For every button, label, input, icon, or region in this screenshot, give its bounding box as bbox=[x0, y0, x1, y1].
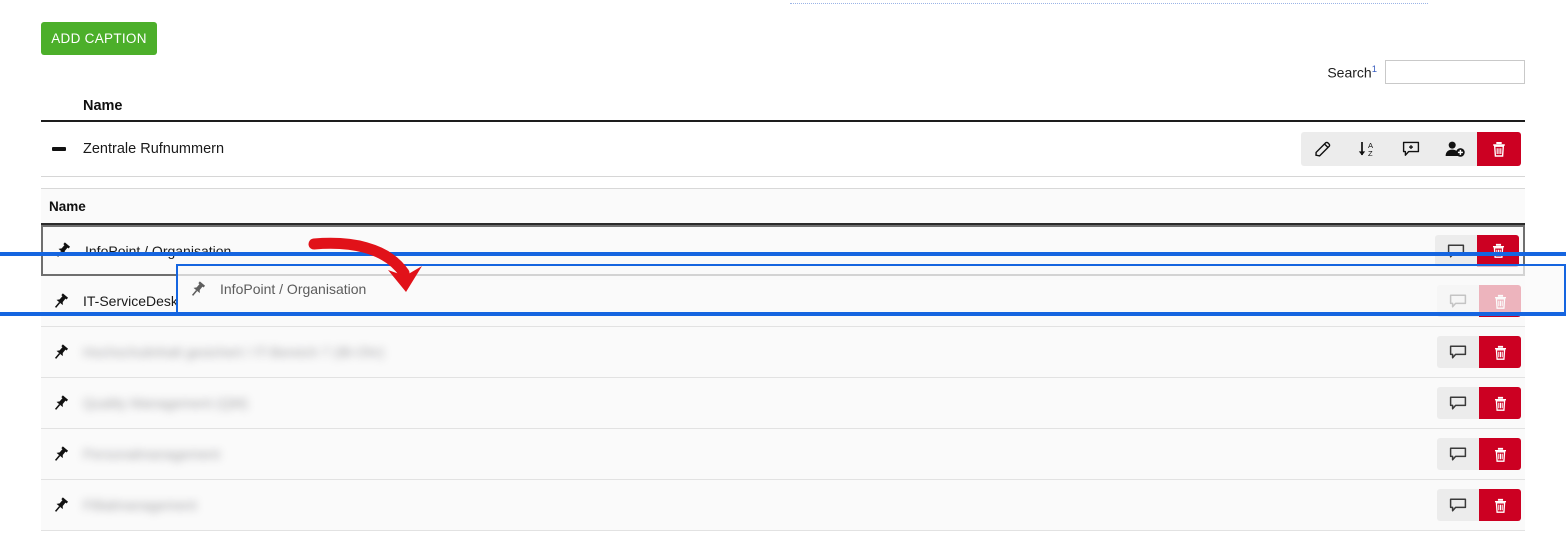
comment-button[interactable] bbox=[1437, 387, 1479, 419]
comment-icon bbox=[1448, 495, 1468, 515]
inner-row-title: Hochschulinhalt gesichert / IT-Bereich 7… bbox=[83, 344, 385, 360]
inner-table-row[interactable]: IT-ServiceDesk bbox=[41, 276, 1525, 327]
inner-row-actions bbox=[1437, 336, 1521, 368]
comment-icon bbox=[1448, 342, 1468, 362]
sort-button[interactable]: A Z bbox=[1345, 132, 1389, 166]
trash-icon bbox=[1489, 139, 1509, 159]
pin-icon bbox=[45, 394, 75, 413]
pin-icon bbox=[45, 343, 75, 362]
comment-icon bbox=[1448, 393, 1468, 413]
outer-column-header-name: Name bbox=[83, 98, 123, 114]
inner-table-row[interactable]: InfoPoint / Organisation bbox=[41, 225, 1525, 276]
comment-button[interactable] bbox=[1437, 336, 1479, 368]
search-label: Search1 bbox=[1327, 64, 1377, 81]
minus-icon[interactable] bbox=[47, 147, 71, 151]
inner-table-row[interactable]: Quality Management (QM) bbox=[41, 378, 1525, 429]
inner-row-title: InfoPoint / Organisation bbox=[85, 242, 232, 259]
add-user-button[interactable] bbox=[1433, 132, 1477, 166]
trash-icon bbox=[1491, 394, 1510, 413]
inner-row-title: Personalmanagement bbox=[83, 446, 220, 462]
inner-table-row[interactable]: Fillialmanagement bbox=[41, 480, 1525, 531]
inner-table-row[interactable]: Hochschulinhalt gesichert / IT-Bereich 7… bbox=[41, 327, 1525, 378]
pin-icon bbox=[47, 241, 77, 260]
user-plus-icon bbox=[1444, 139, 1466, 159]
trash-icon bbox=[1491, 292, 1510, 311]
svg-text:Z: Z bbox=[1368, 149, 1373, 158]
inner-row-actions bbox=[1437, 387, 1521, 419]
inner-row-actions bbox=[1435, 234, 1519, 267]
comment-button[interactable] bbox=[1437, 285, 1479, 317]
delete-button[interactable] bbox=[1479, 285, 1521, 317]
inner-row-actions bbox=[1437, 438, 1521, 470]
comment-button[interactable] bbox=[1437, 489, 1479, 521]
comment-icon bbox=[1446, 241, 1466, 261]
search-area: Search1 bbox=[1327, 60, 1525, 84]
pencil-icon bbox=[1313, 139, 1333, 159]
outer-table-row[interactable]: Zentrale Rufnummern A Z bbox=[41, 122, 1525, 177]
delete-button[interactable] bbox=[1479, 489, 1521, 521]
inner-row-title: IT-ServiceDesk bbox=[83, 293, 178, 309]
delete-button[interactable] bbox=[1477, 234, 1519, 267]
inner-row-actions bbox=[1437, 489, 1521, 521]
outer-table-header: Name bbox=[41, 92, 1525, 122]
sort-alpha-down-icon: A Z bbox=[1356, 139, 1378, 159]
trash-icon bbox=[1491, 343, 1510, 362]
edit-button[interactable] bbox=[1301, 132, 1345, 166]
inner-table: Name InfoPoint / Organisation IT-Service… bbox=[41, 188, 1525, 531]
search-input[interactable] bbox=[1385, 60, 1525, 84]
delete-button[interactable] bbox=[1479, 438, 1521, 470]
add-caption-button[interactable]: ADD CAPTION bbox=[41, 22, 157, 55]
pin-icon bbox=[45, 445, 75, 464]
comment-icon bbox=[1448, 291, 1468, 311]
delete-button[interactable] bbox=[1479, 336, 1521, 368]
pin-icon bbox=[45, 496, 75, 515]
delete-button[interactable] bbox=[1479, 387, 1521, 419]
trash-icon bbox=[1491, 445, 1510, 464]
inner-row-title: Fillialmanagement bbox=[83, 497, 197, 513]
search-footnote-marker: 1 bbox=[1371, 63, 1377, 75]
comment-button[interactable] bbox=[1435, 234, 1477, 267]
comment-button[interactable] bbox=[1437, 438, 1479, 470]
delete-button[interactable] bbox=[1477, 132, 1521, 166]
inner-row-actions bbox=[1437, 285, 1521, 317]
add-comment-button[interactable] bbox=[1389, 132, 1433, 166]
inner-table-row[interactable]: Personalmanagement bbox=[41, 429, 1525, 480]
inner-table-header: Name bbox=[41, 189, 1525, 225]
page-root: ADD CAPTION Search1 Name Zentrale Rufnum… bbox=[0, 0, 1566, 542]
top-focus-outline bbox=[790, 3, 1428, 4]
trash-icon bbox=[1489, 241, 1508, 260]
comment-icon bbox=[1448, 444, 1468, 464]
comment-plus-icon bbox=[1401, 139, 1421, 159]
pin-icon bbox=[45, 292, 75, 311]
outer-row-actions: A Z bbox=[1301, 132, 1521, 166]
trash-icon bbox=[1491, 496, 1510, 515]
search-label-text: Search bbox=[1327, 64, 1372, 81]
outer-table: Name Zentrale Rufnummern A Z bbox=[41, 92, 1525, 177]
inner-column-header-name: Name bbox=[49, 198, 86, 214]
inner-row-title: Quality Management (QM) bbox=[83, 395, 248, 411]
outer-row-title: Zentrale Rufnummern bbox=[83, 141, 225, 157]
